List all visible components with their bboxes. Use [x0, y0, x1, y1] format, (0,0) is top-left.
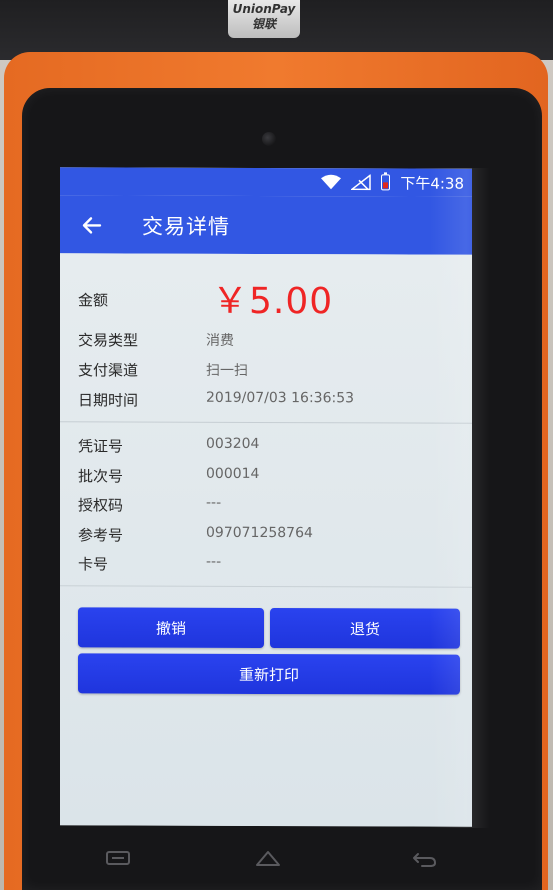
type-value: 消费: [206, 332, 234, 349]
menu-icon[interactable]: [104, 848, 132, 868]
status-time: 下午4:38: [400, 173, 464, 193]
auth-label: 授权码: [78, 496, 124, 515]
back-icon[interactable]: [410, 848, 438, 868]
detail-row-type: 交易类型 消费: [78, 329, 458, 354]
amount-value: ￥5.00: [212, 280, 334, 323]
refund-button[interactable]: 退货: [270, 608, 460, 649]
detail-row-datetime: 日期时间 2019/07/03 16:36:53: [78, 389, 458, 414]
front-camera: [262, 132, 276, 146]
status-bar: 下午4:38: [60, 167, 472, 197]
status-icons: 下午4:38: [321, 172, 464, 192]
detail-row-auth: 授权码 ---: [78, 494, 458, 519]
ref-label: 参考号: [78, 526, 124, 545]
type-label: 交易类型: [78, 331, 139, 350]
detail-row-card: 卡号 ---: [78, 553, 458, 578]
arrow-left-icon[interactable]: [80, 213, 104, 237]
detail-row-batch: 批次号 000014: [78, 465, 458, 490]
app-bar: 交易详情: [60, 195, 472, 255]
device-screen: 下午4:38 交易详情 金额 ￥5.00 交易类型 消费 支付渠道 扫一扫 日期…: [60, 167, 472, 827]
battery-low-icon: [381, 174, 391, 191]
batch-value: 000014: [206, 465, 260, 482]
detail-row-ref: 参考号 097071258764: [78, 524, 458, 549]
voucher-value: 003204: [206, 435, 260, 452]
home-icon[interactable]: [254, 848, 282, 868]
card-label: 卡号: [78, 555, 109, 574]
photo-scene: UnionPay 银联 下午4:38 交易详情 金额 ￥5.00 交易类型 消费…: [0, 0, 553, 890]
datetime-label: 日期时间: [78, 391, 139, 410]
section-divider: [60, 421, 472, 424]
reprint-button[interactable]: 重新打印: [78, 653, 460, 695]
ref-value: 097071258764: [206, 524, 313, 542]
voucher-label: 凭证号: [78, 437, 124, 456]
batch-label: 批次号: [78, 467, 124, 486]
auth-value: ---: [206, 494, 222, 511]
unionpay-logo: UnionPay 银联: [228, 0, 300, 38]
amount-label: 金额: [78, 291, 109, 310]
channel-value: 扫一扫: [206, 362, 248, 379]
detail-row-voucher: 凭证号 003204: [78, 435, 458, 460]
page-title: 交易详情: [142, 214, 230, 239]
unionpay-logo-chinese: 银联: [251, 17, 276, 31]
channel-label: 支付渠道: [78, 361, 139, 380]
card-value: ---: [206, 553, 222, 570]
cancel-button[interactable]: 撤销: [78, 607, 264, 648]
wifi-icon: [321, 174, 342, 190]
transaction-details: 金额 ￥5.00 交易类型 消费 支付渠道 扫一扫 日期时间 2019/07/0…: [60, 253, 472, 827]
detail-row-channel: 支付渠道 扫一扫: [78, 359, 458, 384]
unionpay-logo-text: UnionPay: [232, 2, 296, 16]
actions-divider: [60, 585, 472, 588]
signal-off-icon: [351, 174, 372, 191]
datetime-value: 2019/07/03 16:36:53: [206, 389, 355, 407]
